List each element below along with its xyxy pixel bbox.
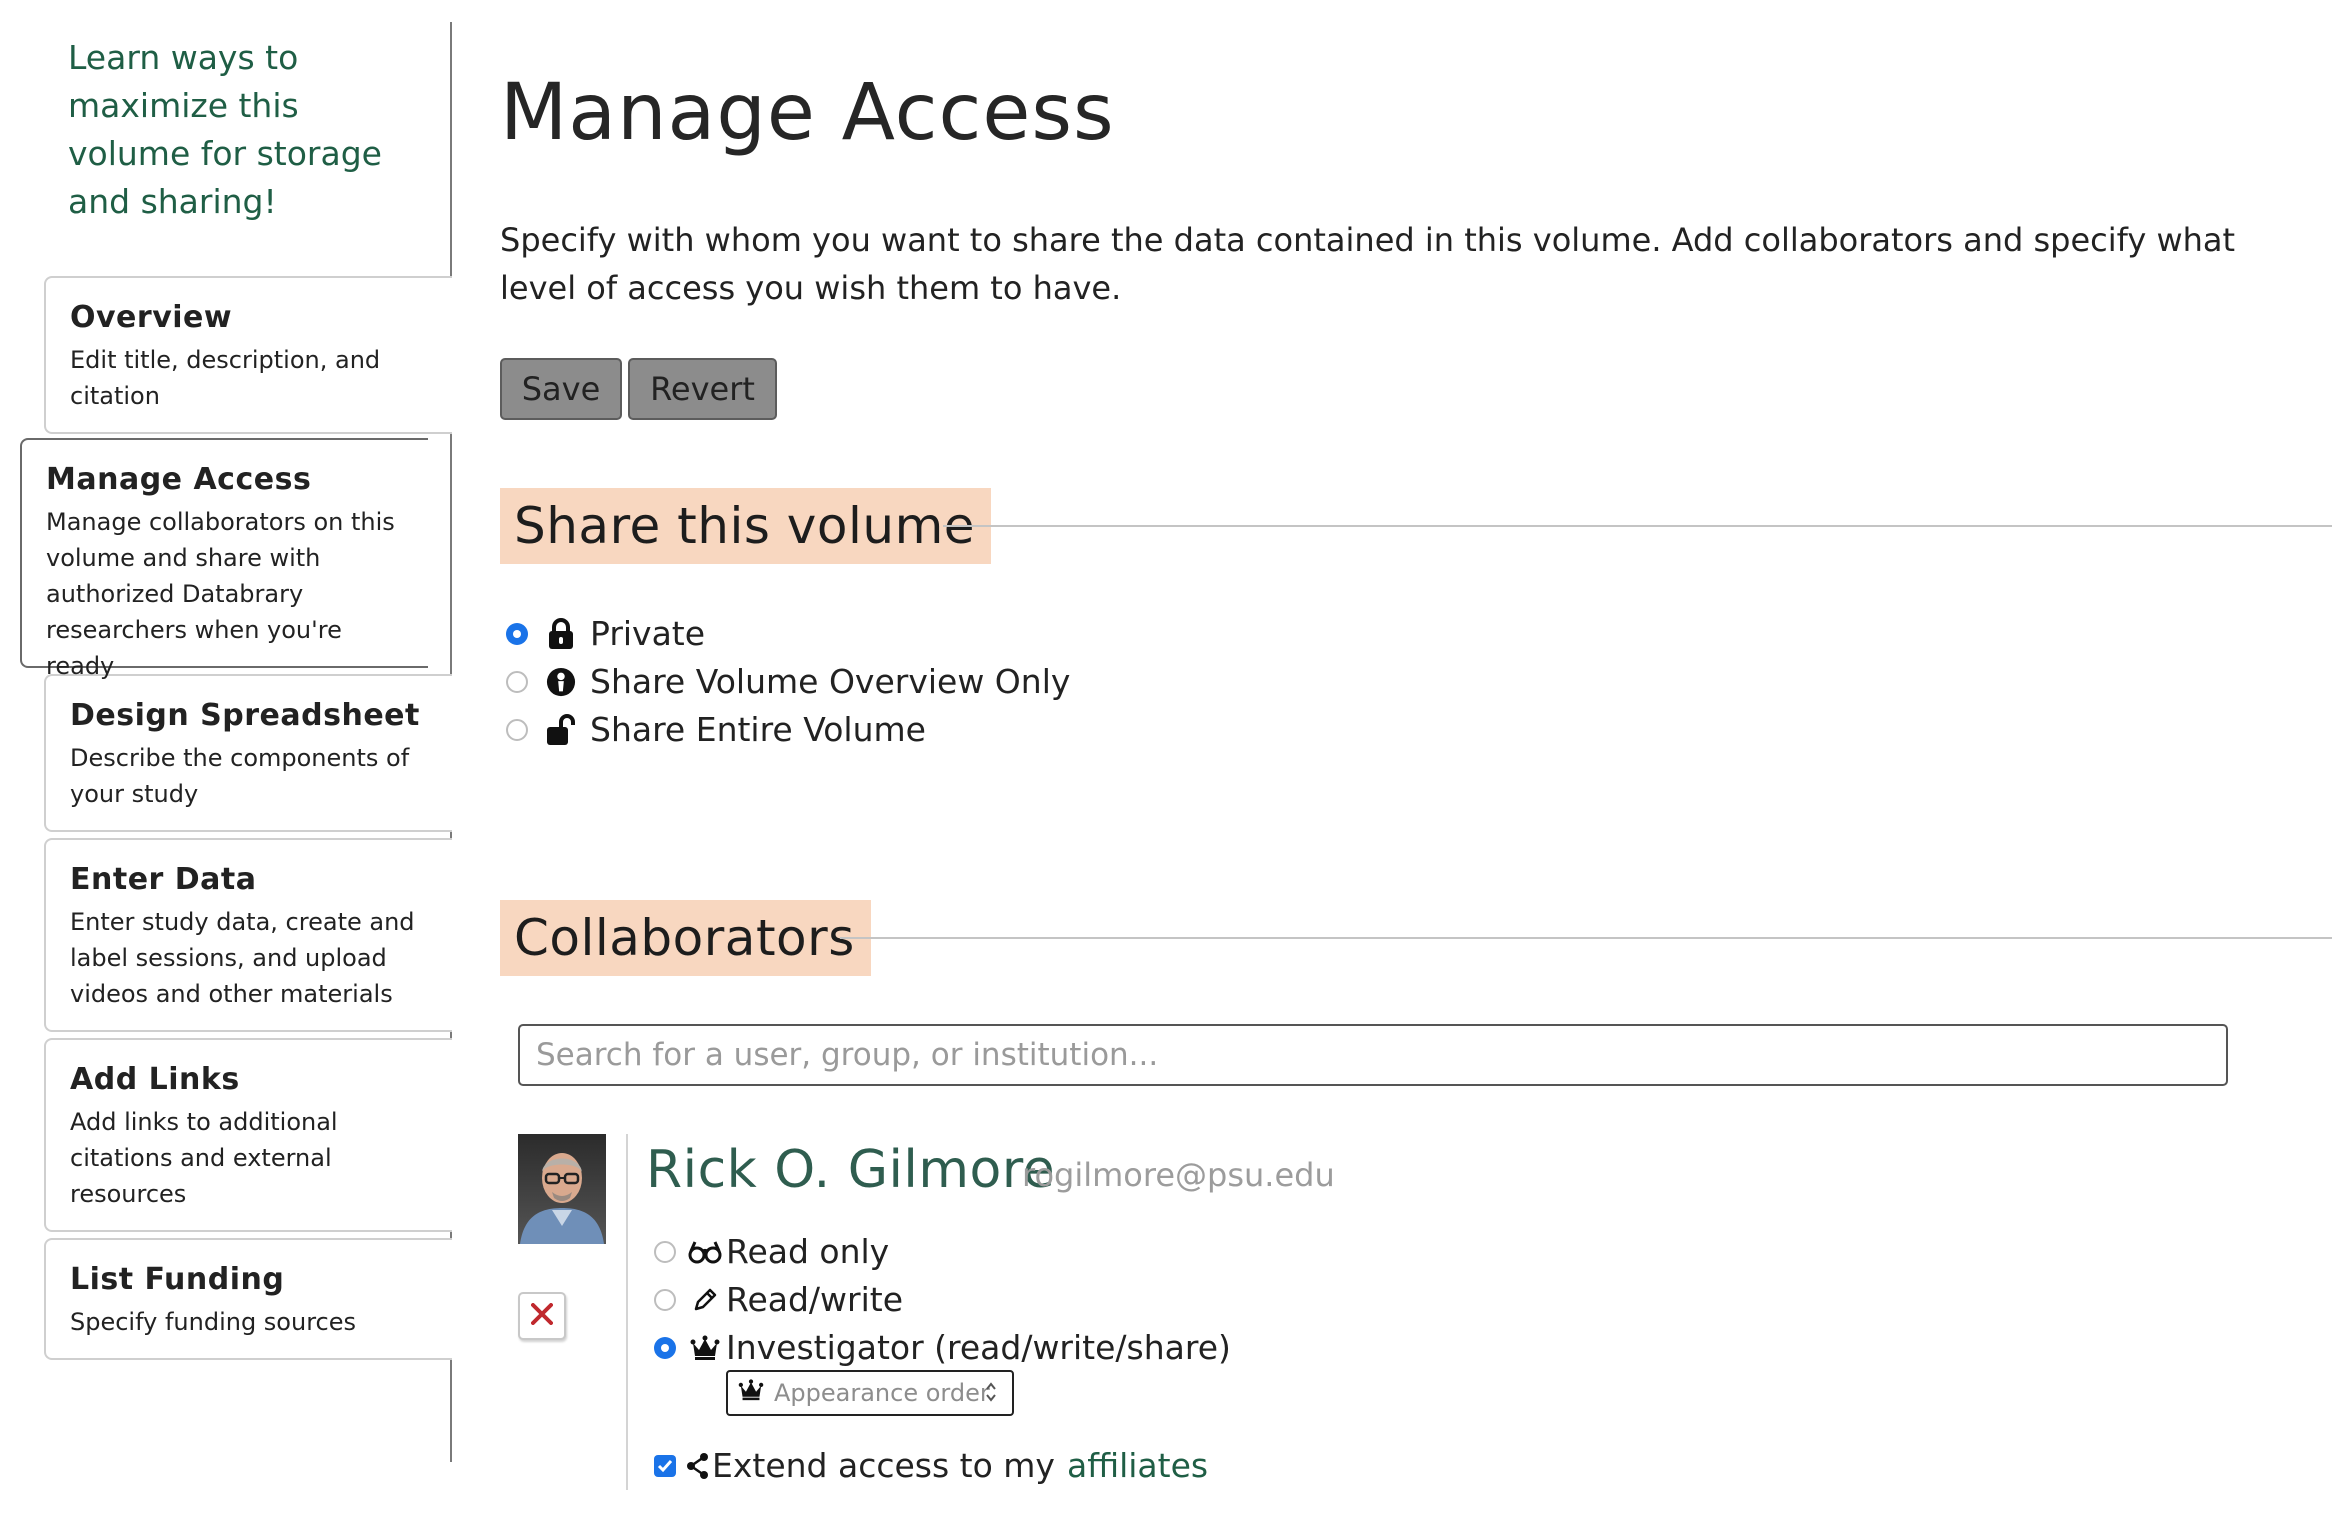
share-section-rule — [943, 525, 2332, 527]
crown-icon — [688, 1331, 722, 1365]
crown-icon — [738, 1379, 764, 1407]
collaborators-section-title: Collaborators — [500, 900, 871, 976]
permission-radio-read-write[interactable] — [654, 1288, 676, 1311]
sidebar-item-list-funding[interactable]: List Funding Specify funding sources — [44, 1238, 452, 1360]
collaborator-email: rogilmore@psu.edu — [1022, 1156, 1335, 1194]
share-section-header: Share this volume — [500, 488, 992, 564]
sidebar-item-title: Enter Data — [70, 862, 257, 897]
save-button[interactable]: Save — [500, 358, 622, 420]
sidebar-item-desc: Enter study data, create and label sessi… — [70, 908, 415, 1008]
spinner-arrows-icon[interactable] — [984, 1378, 998, 1412]
sidebar-item-add-links[interactable]: Add Links Add links to additional citati… — [44, 1038, 452, 1232]
sidebar-item-desc: Describe the components of your study — [70, 744, 410, 808]
collaborator-name: Rick O. Gilmore — [646, 1140, 1056, 1200]
permission-label: Investigator (read/write/share) — [726, 1328, 1231, 1367]
affiliates-link[interactable]: affiliates — [1067, 1446, 1208, 1485]
permission-label: Read/write — [726, 1280, 904, 1319]
extend-access-label: Extend access to my — [712, 1446, 1055, 1485]
sidebar-item-design-spreadsheet[interactable]: Design Spreadsheet Describe the componen… — [44, 674, 452, 832]
extend-access-checkbox[interactable] — [654, 1454, 676, 1477]
page-title: Manage Access — [500, 68, 1115, 158]
page-intro: Specify with whom you want to share the … — [500, 221, 2236, 307]
glasses-icon — [688, 1235, 722, 1269]
sidebar-item-desc: Specify funding sources — [70, 1308, 357, 1336]
sidebar-item-title: Add Links — [70, 1062, 240, 1097]
main-content: Manage Access Specify with whom you want… — [500, 0, 2332, 1516]
info-circle-icon — [546, 665, 576, 699]
permission-option-read-only[interactable]: Read only — [654, 1232, 889, 1271]
revert-button[interactable]: Revert — [628, 358, 777, 420]
share-icon — [686, 1449, 710, 1483]
sidebar-promo-text: Learn ways to maximize this volume for s… — [68, 38, 382, 221]
permission-option-read-write[interactable]: Read/write — [654, 1280, 903, 1319]
share-option-overview[interactable]: Share Volume Overview Only — [506, 662, 1070, 701]
permission-radio-read-only[interactable] — [654, 1240, 676, 1263]
permission-label: Read only — [726, 1232, 890, 1271]
sidebar-item-desc: Manage collaborators on this volume and … — [46, 508, 395, 680]
share-radio-private[interactable] — [506, 622, 528, 645]
sidebar-item-desc: Add links to additional citations and ex… — [70, 1108, 338, 1208]
pencil-icon — [688, 1283, 722, 1317]
share-radio-overview[interactable] — [506, 670, 528, 693]
appearance-order-select[interactable]: Appearance order — [726, 1370, 1014, 1416]
sidebar-item-overview[interactable]: Overview Edit title, description, and ci… — [44, 276, 452, 434]
unlock-icon — [546, 713, 576, 747]
permission-radio-investigator[interactable] — [654, 1336, 676, 1359]
permission-option-investigator[interactable]: Investigator (read/write/share) — [654, 1328, 1231, 1367]
share-option-label: Share Volume Overview Only — [590, 662, 1071, 701]
share-option-entire[interactable]: Share Entire Volume — [506, 710, 926, 749]
sidebar-item-title: Design Spreadsheet — [70, 698, 420, 733]
lock-icon — [546, 617, 576, 651]
extend-access-row: Extend access to my affiliates — [654, 1446, 1208, 1485]
share-option-label: Private — [590, 614, 706, 653]
share-radio-entire[interactable] — [506, 718, 528, 741]
collaborator-search-input[interactable] — [518, 1024, 2228, 1086]
remove-collaborator-button[interactable] — [518, 1292, 566, 1340]
share-option-private[interactable]: Private — [506, 614, 705, 653]
sidebar-item-title: Manage Access — [46, 462, 312, 497]
appearance-order-placeholder: Appearance order — [774, 1379, 990, 1407]
sidebar-item-desc: Edit title, description, and citation — [70, 346, 381, 410]
sidebar-item-manage-access[interactable]: Manage Access Manage collaborators on th… — [20, 438, 428, 680]
share-option-label: Share Entire Volume — [590, 710, 926, 749]
sidebar-item-enter-data[interactable]: Enter Data Enter study data, create and … — [44, 838, 452, 1032]
sidebar: Learn ways to maximize this volume for s… — [0, 0, 453, 1462]
collaborators-section-header: Collaborators — [500, 900, 871, 976]
sidebar-item-title: List Funding — [70, 1262, 285, 1297]
avatar — [518, 1134, 606, 1244]
sidebar-item-title: Overview — [70, 300, 233, 335]
collaborators-section-rule — [840, 937, 2332, 939]
collaborator-divider — [626, 1134, 628, 1490]
close-icon — [531, 1303, 553, 1329]
share-section-title: Share this volume — [500, 488, 992, 564]
